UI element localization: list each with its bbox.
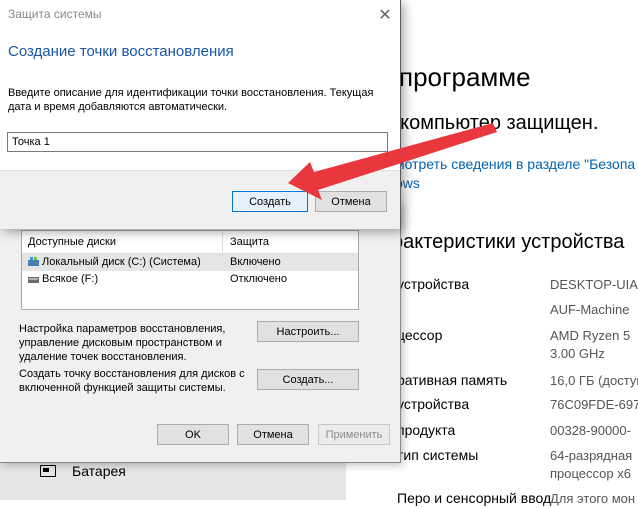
spec-value-system-type: 64-разрядная bbox=[550, 448, 633, 463]
spec-value-device-name: DESKTOP-UIAS bbox=[550, 277, 638, 292]
spec-value-processor: AMD Ryzen 5 bbox=[550, 328, 631, 343]
spec-label-product-id: продукта bbox=[397, 422, 456, 438]
security-link-line1[interactable]: мотреть сведения в разделе "Безопа bbox=[395, 155, 635, 174]
spec-value-system-type-2: процессор x6 bbox=[550, 466, 631, 481]
col-available-drives[interactable]: Доступные диски bbox=[28, 236, 116, 248]
battery-icon bbox=[40, 465, 56, 477]
spec-label-ram: ративная память bbox=[397, 372, 508, 388]
security-link[interactable]: мотреть сведения в разделе "Безопа ows bbox=[395, 155, 635, 193]
dialog-title: Защита системы bbox=[8, 7, 102, 21]
security-link-line2[interactable]: ows bbox=[395, 174, 635, 193]
spec-label-system-type: тип системы bbox=[397, 447, 479, 463]
spec-label-device-id: устройства bbox=[397, 396, 470, 412]
drive-name: Всякое (F:) bbox=[42, 273, 99, 285]
spec-value-machine: AUF-Machine bbox=[550, 302, 630, 317]
dialog-body: Создание точки восстановления Введите оп… bbox=[0, 30, 400, 170]
spec-value-processor-speed: 3.00 GHz bbox=[550, 346, 605, 361]
system-drive-icon bbox=[28, 257, 39, 266]
spec-label-pen: Перо и сенсорный ввод bbox=[397, 490, 552, 506]
col-protection[interactable]: Защита bbox=[230, 236, 269, 248]
create-button[interactable]: Создать bbox=[232, 191, 308, 212]
cancel-button[interactable]: Отмена bbox=[237, 424, 309, 445]
spec-value-device-id: 76C09FDE-697 bbox=[550, 397, 638, 412]
spec-value-pen: Для этого мон bbox=[550, 491, 636, 506]
drive-icon bbox=[28, 277, 39, 283]
drive-protection-state: Отключено bbox=[230, 273, 287, 285]
spec-label-processor: цессор bbox=[397, 327, 443, 343]
drive-row[interactable]: Всякое (F:) Отключено bbox=[22, 271, 358, 288]
dialog-cancel-button[interactable]: Отмена bbox=[315, 191, 387, 212]
create-restore-point-dialog: Защита системы ✕ Создание точки восстано… bbox=[0, 0, 401, 229]
drives-list[interactable]: Доступные диски Защита Локальный диск (C… bbox=[21, 230, 359, 310]
drive-name: Локальный диск (C:) (Система) bbox=[42, 256, 201, 268]
close-icon[interactable]: ✕ bbox=[373, 3, 397, 27]
dialog-description: Введите описание для идентификации точки… bbox=[8, 87, 374, 113]
about-heading: программе bbox=[399, 62, 531, 92]
create-description: Создать точку восстановления для дисков … bbox=[19, 368, 245, 394]
spec-value-ram: 16,0 ГБ (доступ bbox=[550, 373, 638, 388]
spec-value-product-id: 00328-90000- bbox=[550, 423, 631, 438]
ok-button[interactable]: OK bbox=[157, 424, 229, 445]
drive-row[interactable]: Локальный диск (C:) (Система) Включено bbox=[22, 254, 358, 271]
drives-list-header: Доступные диски Защита bbox=[22, 231, 358, 254]
dialog-titlebar[interactable]: Защита системы ✕ bbox=[0, 0, 400, 30]
column-divider bbox=[222, 231, 223, 253]
protection-status: ı компьютер защищен. bbox=[389, 112, 599, 134]
spec-label-device-name: устройства bbox=[397, 276, 470, 292]
configure-button[interactable]: Настроить... bbox=[257, 321, 359, 342]
drive-protection-state: Включено bbox=[230, 256, 281, 268]
dialog-footer: Создать Отмена bbox=[0, 170, 400, 229]
create-restore-button[interactable]: Создать... bbox=[257, 369, 359, 390]
restore-point-name-input[interactable] bbox=[7, 132, 388, 152]
nav-item-battery-label: Батарея bbox=[72, 463, 126, 479]
device-specs-heading: рактеристики устройства bbox=[392, 231, 625, 253]
apply-button[interactable]: Применить bbox=[318, 424, 390, 445]
system-properties-dialog: Доступные диски Защита Локальный диск (C… bbox=[0, 200, 401, 463]
configure-description: Настройка параметров восстановления, упр… bbox=[19, 323, 226, 363]
dialog-heading: Создание точки восстановления bbox=[8, 43, 234, 60]
